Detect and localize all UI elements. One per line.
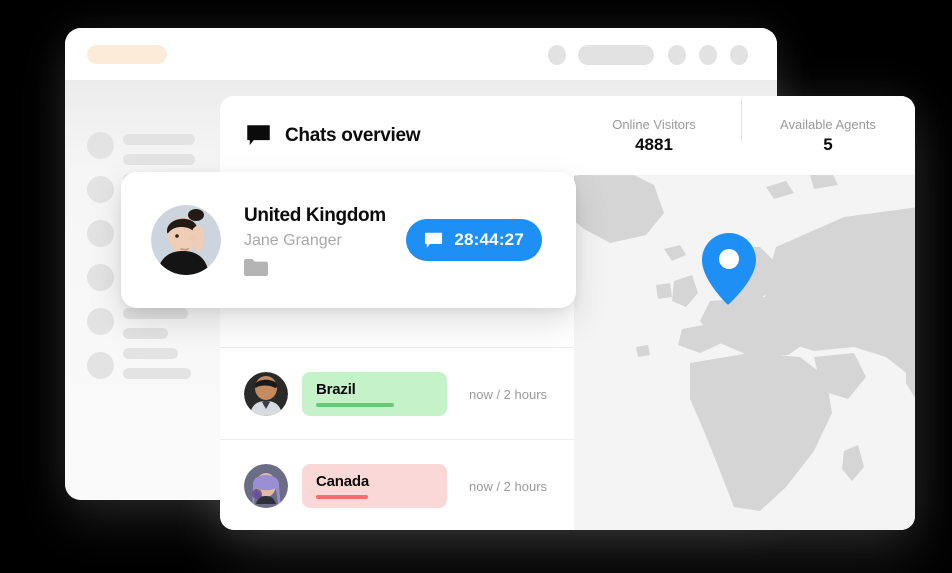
skeleton-avatar — [87, 176, 114, 203]
skeleton-avatar — [87, 132, 114, 159]
world-map[interactable] — [574, 175, 915, 530]
toolbar-icon-placeholder-3[interactable] — [699, 45, 717, 65]
stat-available-agents: Available Agents 5 — [741, 97, 915, 156]
chat-bubble-icon — [246, 123, 271, 148]
chat-timestamp: now / 2 hours — [469, 478, 548, 494]
page-title: Chats overview — [285, 124, 421, 146]
location-pin-icon[interactable] — [702, 233, 756, 305]
skeleton-avatar — [87, 308, 114, 335]
chat-bubble-icon — [424, 231, 443, 250]
chat-timer-button[interactable]: 28:44:27 — [406, 219, 542, 261]
table-row[interactable]: Canada now / 2 hours — [220, 439, 574, 530]
country-name: Canada — [316, 473, 369, 490]
folder-icon[interactable] — [244, 259, 406, 276]
progress-bar — [316, 403, 394, 407]
header-stats: Online Visitors 4881 Available Agents 5 — [567, 96, 915, 175]
browser-tab-placeholder[interactable] — [87, 45, 167, 64]
chats-dashboard-panel: Chats overview Online Visitors 4881 Avai… — [220, 96, 915, 530]
screenshot-stage: Chats overview Online Visitors 4881 Avai… — [0, 0, 952, 573]
country-name: Brazil — [316, 381, 356, 398]
chat-timer-value: 28:44:27 — [454, 230, 524, 249]
skeleton-avatar — [87, 264, 114, 291]
stat-label: Online Visitors — [612, 116, 696, 132]
skeleton-line — [123, 368, 191, 379]
featured-country-name: United Kingdom — [244, 205, 386, 226]
toolbar-icon-placeholder-4[interactable] — [730, 45, 748, 65]
country-badge: Brazil — [302, 372, 447, 416]
dashboard-header: Chats overview Online Visitors 4881 Avai… — [220, 96, 915, 175]
stat-value: 4881 — [635, 134, 673, 154]
skeleton-line — [123, 308, 188, 319]
skeleton-line — [123, 328, 168, 339]
skeleton-line — [123, 134, 195, 145]
skeleton-line — [123, 154, 195, 165]
featured-chat-card[interactable]: United Kingdom Jane Granger 28:44:27 — [121, 172, 576, 308]
toolbar-pill-placeholder[interactable] — [578, 45, 654, 65]
avatar — [151, 205, 221, 275]
browser-topbar — [65, 28, 777, 80]
world-map-graphic — [574, 175, 915, 530]
chat-timestamp: now / 2 hours — [469, 386, 548, 402]
stat-value: 5 — [823, 134, 833, 154]
stat-label: Available Agents — [780, 116, 876, 132]
progress-bar — [316, 495, 368, 499]
toolbar-icon-placeholder-1[interactable] — [548, 45, 566, 65]
skeleton-avatar — [87, 220, 114, 247]
country-badge: Canada — [302, 464, 447, 508]
featured-chat-info: United Kingdom Jane Granger — [244, 204, 406, 276]
stat-online-visitors: Online Visitors 4881 — [567, 116, 741, 156]
toolbar-icon-placeholder-2[interactable] — [668, 45, 686, 65]
table-row[interactable]: Brazil now / 2 hours — [220, 347, 574, 440]
skeleton-line — [123, 348, 178, 359]
skeleton-avatar — [87, 352, 114, 379]
avatar — [244, 372, 288, 416]
avatar — [244, 464, 288, 508]
featured-agent-name: Jane Granger — [244, 232, 342, 249]
